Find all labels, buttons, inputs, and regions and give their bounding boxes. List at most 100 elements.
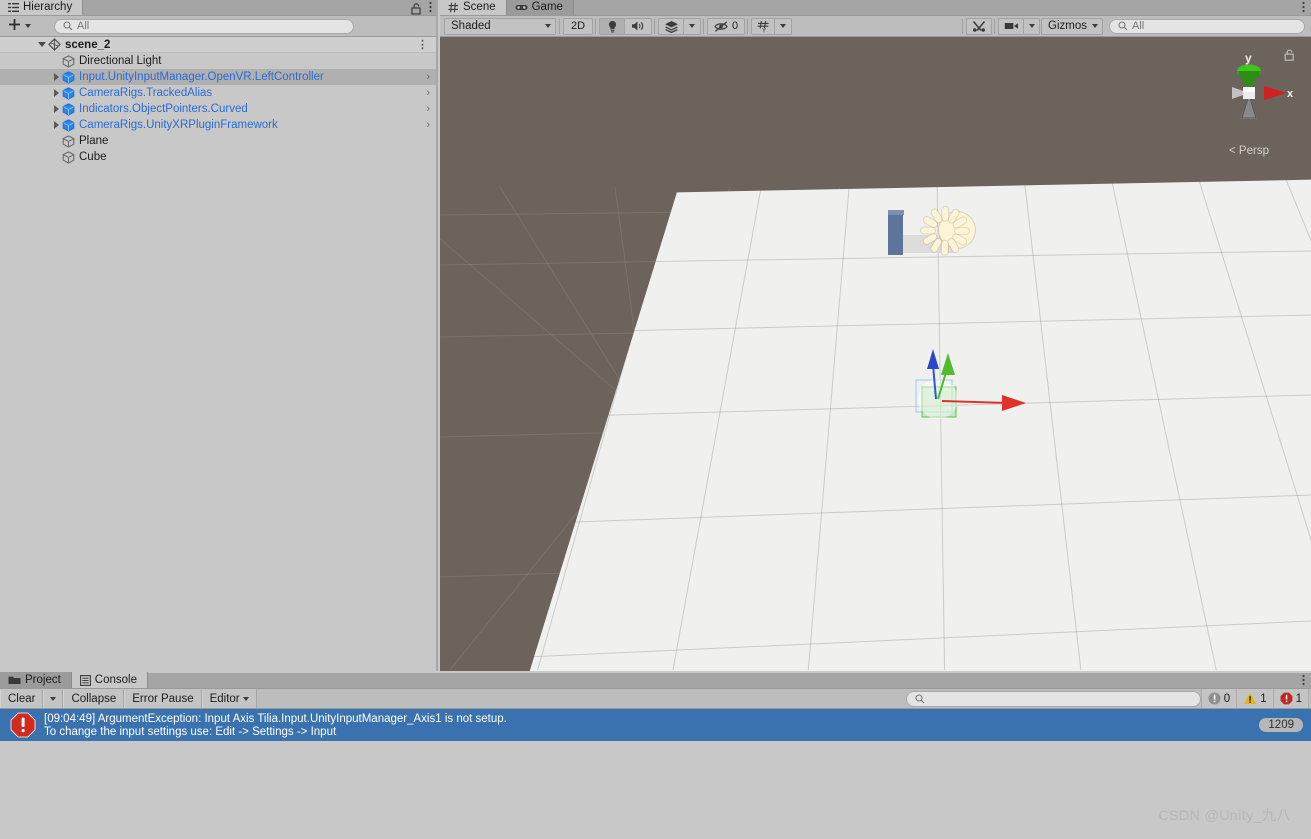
scene-orientation-gizmo[interactable]: x y < Persp bbox=[1201, 45, 1297, 157]
chevron-down-icon bbox=[689, 24, 695, 28]
tab-console[interactable]: Console bbox=[71, 672, 148, 688]
gameobject-cube-icon bbox=[62, 150, 76, 164]
twisty-spacer bbox=[50, 55, 62, 67]
scene-tab-menu-icon[interactable] bbox=[1302, 1, 1305, 16]
error-counter[interactable]: 1 bbox=[1272, 689, 1309, 708]
chevron-right-icon[interactable] bbox=[50, 119, 62, 131]
console-message-count-badge: 1209 bbox=[1259, 718, 1303, 732]
scene-viewport[interactable]: x y < Persp bbox=[440, 37, 1311, 671]
error-octagon-icon bbox=[10, 712, 36, 738]
gizmo-axes[interactable]: x y bbox=[1201, 45, 1297, 137]
hierarchy-search-placeholder: All bbox=[77, 20, 90, 32]
speaker-icon bbox=[631, 20, 645, 32]
svg-text:Y: Y bbox=[762, 28, 766, 32]
twisty-spacer bbox=[50, 135, 62, 147]
info-icon bbox=[1208, 692, 1221, 705]
padlock-open-icon[interactable] bbox=[411, 2, 422, 15]
info-counter[interactable]: 0 bbox=[1200, 689, 1237, 708]
hierarchy-row-label: Plane bbox=[79, 135, 109, 147]
lightbulb-icon bbox=[607, 20, 618, 33]
gizmo-y-label: y bbox=[1245, 51, 1252, 65]
add-gameobject-button[interactable] bbox=[4, 18, 35, 35]
plus-icon bbox=[8, 18, 21, 34]
chevron-down-icon bbox=[50, 696, 57, 701]
toolbar-divider bbox=[595, 18, 596, 34]
warning-counter[interactable]: 1 bbox=[1236, 689, 1273, 708]
toggle-2d-button[interactable]: 2D bbox=[563, 17, 593, 35]
scene-context-menu-icon[interactable]: ⋮ bbox=[417, 38, 428, 51]
console-list-icon bbox=[79, 674, 91, 686]
search-icon bbox=[63, 21, 73, 31]
hierarchy-row-label: CameraRigs.UnityXRPluginFramework bbox=[79, 119, 278, 131]
tab-scene-label: Scene bbox=[463, 1, 496, 13]
move-tool-gizmo[interactable] bbox=[898, 327, 1088, 437]
chevron-down-icon bbox=[780, 24, 786, 28]
hierarchy-search-input[interactable]: All bbox=[54, 18, 354, 34]
hierarchy-row-camerarigs-unityxrpluginframework[interactable]: CameraRigs.UnityXRPluginFramework › bbox=[0, 117, 436, 133]
warning-triangle-icon bbox=[1243, 692, 1257, 705]
chevron-down-icon[interactable] bbox=[36, 39, 48, 51]
search-icon bbox=[915, 693, 925, 704]
tab-console-label: Console bbox=[94, 674, 137, 686]
sun-icon[interactable] bbox=[921, 196, 991, 264]
toggle-2d-label: 2D bbox=[570, 20, 586, 32]
console-message-line-2: To change the input settings use: Edit -… bbox=[44, 725, 337, 738]
console-message-list: [09:04:49] ArgumentException: Input Axis… bbox=[0, 709, 1311, 839]
chevron-right-icon[interactable] bbox=[50, 71, 62, 83]
prefab-open-chevron-icon[interactable]: › bbox=[426, 119, 430, 131]
toolbar-divider bbox=[703, 18, 704, 34]
chevron-right-icon[interactable] bbox=[50, 87, 62, 99]
editor-label: Editor bbox=[209, 692, 240, 705]
unity-editor-window: Hierarchy All scene_2 ⋮ Directional Ligh… bbox=[0, 0, 1311, 839]
scene-tools-button[interactable] bbox=[966, 17, 992, 35]
draw-mode-dropdown[interactable]: Shaded bbox=[444, 17, 556, 35]
grid-snap-icon: Y bbox=[757, 20, 771, 33]
scene-search-input[interactable]: All bbox=[1109, 18, 1305, 34]
gizmos-dropdown[interactable]: Gizmos bbox=[1041, 17, 1103, 35]
console-tab-menu-icon[interactable] bbox=[1302, 674, 1305, 689]
effects-toggle-button[interactable] bbox=[658, 17, 684, 35]
prefab-open-chevron-icon[interactable]: › bbox=[426, 103, 430, 115]
tab-hierarchy[interactable]: Hierarchy bbox=[0, 0, 84, 15]
hierarchy-row-scene-2[interactable]: scene_2 ⋮ bbox=[0, 37, 436, 53]
twisty-spacer bbox=[50, 151, 62, 163]
error-pause-toggle[interactable]: Error Pause bbox=[124, 689, 202, 708]
hierarchy-row-cube[interactable]: Cube bbox=[0, 149, 436, 165]
lighting-toggle-button[interactable] bbox=[599, 17, 625, 35]
hierarchy-row-camerarigs-trackedalias[interactable]: CameraRigs.TrackedAlias › bbox=[0, 85, 436, 101]
effects-dropdown-button[interactable] bbox=[683, 17, 701, 35]
draw-mode-label: Shaded bbox=[451, 20, 491, 32]
hidden-objects-button[interactable]: 0 bbox=[707, 17, 745, 35]
clear-label: Clear bbox=[8, 692, 36, 705]
collapse-toggle[interactable]: Collapse bbox=[63, 689, 125, 708]
tab-game[interactable]: Game bbox=[506, 0, 574, 15]
grid-snap-button[interactable]: Y bbox=[751, 17, 775, 35]
audio-toggle-button[interactable] bbox=[624, 17, 652, 35]
clear-dropdown-button[interactable] bbox=[43, 689, 64, 708]
folder-icon bbox=[8, 675, 21, 685]
hierarchy-row-plane[interactable]: Plane bbox=[0, 133, 436, 149]
projection-mode-label[interactable]: < Persp bbox=[1201, 145, 1297, 157]
eye-slash-icon bbox=[714, 20, 729, 32]
editor-dropdown[interactable]: Editor bbox=[201, 689, 257, 708]
scene-camera-dropdown[interactable] bbox=[1023, 17, 1040, 35]
tab-scene[interactable]: Scene bbox=[440, 0, 507, 15]
grid-dropdown-button[interactable] bbox=[774, 17, 792, 35]
prefab-open-chevron-icon[interactable]: › bbox=[426, 87, 430, 99]
info-count: 0 bbox=[1223, 692, 1231, 705]
hierarchy-row-input-unityinputmanager-openvr-leftcontroller[interactable]: Input.UnityInputManager.OpenVR.LeftContr… bbox=[0, 69, 436, 85]
console-message-row[interactable]: [09:04:49] ArgumentException: Input Axis… bbox=[0, 709, 1311, 741]
effects-layers-icon bbox=[664, 20, 679, 33]
prefab-open-chevron-icon[interactable]: › bbox=[426, 71, 430, 83]
hierarchy-row-indicators-objectpointers-curved[interactable]: Indicators.ObjectPointers.Curved › bbox=[0, 101, 436, 117]
hierarchy-row-directional-light[interactable]: Directional Light bbox=[0, 53, 436, 69]
tab-project[interactable]: Project bbox=[0, 672, 72, 688]
clear-button[interactable]: Clear bbox=[0, 689, 44, 708]
error-octagon-icon bbox=[1280, 692, 1293, 705]
prefab-cube-icon bbox=[62, 86, 76, 100]
scene-camera-button[interactable] bbox=[998, 17, 1024, 35]
console-toolbar: Clear Collapse Error Pause Editor 0 1 1 bbox=[0, 689, 1311, 709]
kebab-menu-icon[interactable] bbox=[429, 1, 432, 16]
console-search-input[interactable] bbox=[905, 690, 1201, 707]
chevron-right-icon[interactable] bbox=[50, 103, 62, 115]
